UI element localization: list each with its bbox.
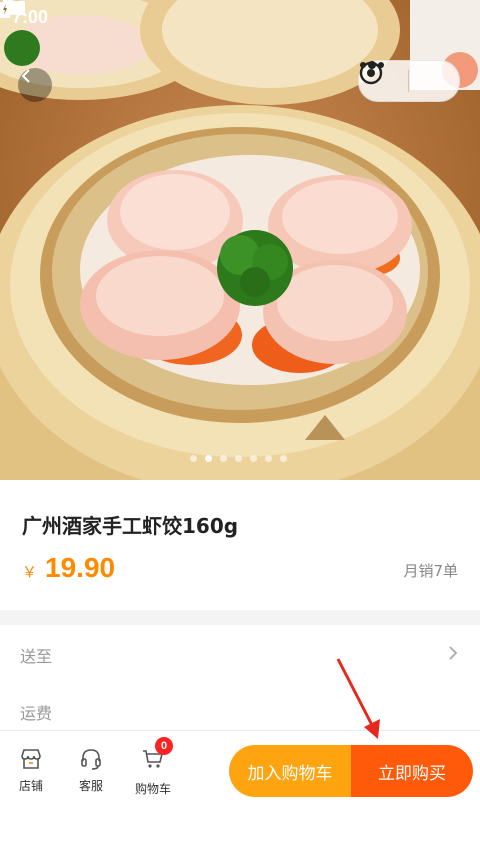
shipping-section: 送至 运费	[0, 625, 480, 735]
store-label: 店铺	[18, 779, 43, 793]
back-button[interactable]	[18, 68, 52, 102]
close-miniprogram-button[interactable]	[359, 61, 458, 101]
headset-icon	[81, 749, 101, 770]
annotation-arrow-icon	[336, 658, 380, 739]
product-info: 广州酒家手工虾饺160g ￥ 19.90 月销7单	[0, 480, 480, 610]
status-bar: 7:00 A	[0, 0, 480, 34]
chevron-left-icon	[21, 69, 30, 83]
carousel-dot[interactable]	[220, 455, 227, 462]
customer-service-button[interactable]: 客服	[66, 747, 116, 794]
carousel-dot[interactable]	[280, 455, 287, 462]
carousel-dot[interactable]	[265, 455, 272, 462]
buy-now-button[interactable]: 立即购买	[351, 745, 473, 797]
store-icon	[21, 749, 41, 769]
currency-symbol: ￥	[22, 563, 38, 581]
deliver-to-label: 送至	[20, 647, 53, 666]
cart-icon-wrap: 0	[141, 737, 173, 774]
monthly-sales: 月销7单	[403, 562, 458, 580]
product-image[interactable]: 7:00 A	[0, 0, 480, 480]
carousel-dot[interactable]	[235, 455, 242, 462]
cart-button[interactable]: 0 购物车	[128, 737, 178, 797]
deliver-to-row[interactable]: 送至	[20, 643, 52, 667]
price-row: ￥ 19.90	[22, 552, 115, 584]
freight-row: 运费	[20, 700, 52, 724]
carousel-dot-active[interactable]	[205, 455, 212, 462]
product-price: 19.90	[45, 552, 116, 583]
cart-label: 购物车	[134, 782, 171, 796]
battery-icon	[0, 0, 10, 18]
carousel-dot[interactable]	[190, 455, 197, 462]
purchase-buttons: 加入购物车 立即购买	[229, 745, 473, 797]
carousel-dot[interactable]	[250, 455, 257, 462]
bottom-action-bar: 店铺 客服 0 购物车 加入购物车 立即购买	[0, 730, 480, 854]
carousel-indicator	[190, 455, 287, 462]
freight-label: 运费	[20, 704, 53, 723]
target-icon	[359, 61, 383, 85]
add-to-cart-button[interactable]: 加入购物车	[229, 745, 351, 797]
chevron-right-icon[interactable]	[448, 645, 458, 661]
product-title: 广州酒家手工虾饺160g	[22, 514, 239, 538]
cart-count-badge: 0	[155, 737, 173, 755]
miniprogram-capsule	[358, 60, 460, 102]
store-button[interactable]: 店铺	[6, 747, 56, 794]
service-label: 客服	[78, 779, 103, 793]
